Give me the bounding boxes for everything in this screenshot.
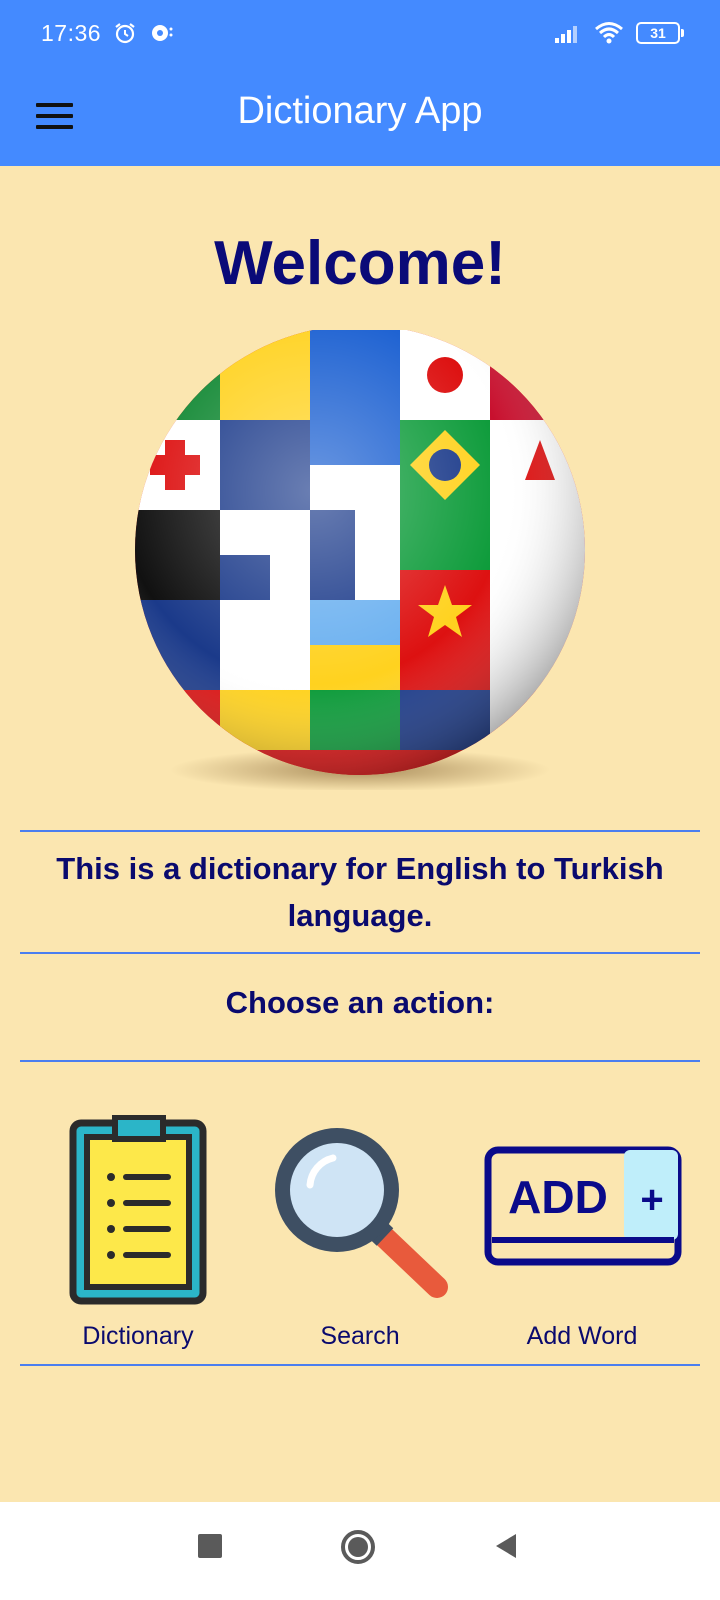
magnifier-icon [275,1128,448,1298]
app-bar: Dictionary App [0,66,720,166]
search-button[interactable]: Search [250,1115,470,1351]
system-nav-bar [0,1502,720,1600]
choose-action-prompt: Choose an action: [225,985,495,1020]
alarm-icon [115,23,135,44]
cast-icon [152,25,173,41]
search-label: Search [320,1322,400,1350]
welcome-heading: Welcome! [214,229,506,298]
dictionary-button[interactable]: Dictionary [28,1114,248,1351]
divider [20,952,700,954]
dictionary-label: Dictionary [82,1322,194,1350]
description-text: This is a dictionary for English to Turk… [56,851,664,933]
add-word-button[interactable]: ADD + Add Word [472,1115,692,1351]
add-icon-plus: + [640,1178,663,1222]
signal-icon [555,26,577,43]
add-icon-text: ADD [508,1171,608,1223]
divider [20,1364,700,1366]
divider [20,830,700,832]
battery-level: 31 [650,25,666,41]
flag-globe-image [135,330,585,790]
divider [20,1060,700,1062]
status-bar: 17:36 31 [0,0,720,66]
wifi-icon [595,22,623,44]
add-plus-icon: ADD + [484,1146,682,1266]
battery-icon: 31 [636,22,684,44]
add-word-label: Add Word [526,1322,638,1350]
clipboard-list-icon [69,1114,207,1305]
home-circle-icon[interactable] [340,1529,376,1565]
status-time: 17:36 [41,19,102,46]
back-triangle-icon[interactable] [492,1532,520,1560]
app-title: Dictionary App [237,90,483,132]
recents-square-icon[interactable] [196,1532,224,1560]
